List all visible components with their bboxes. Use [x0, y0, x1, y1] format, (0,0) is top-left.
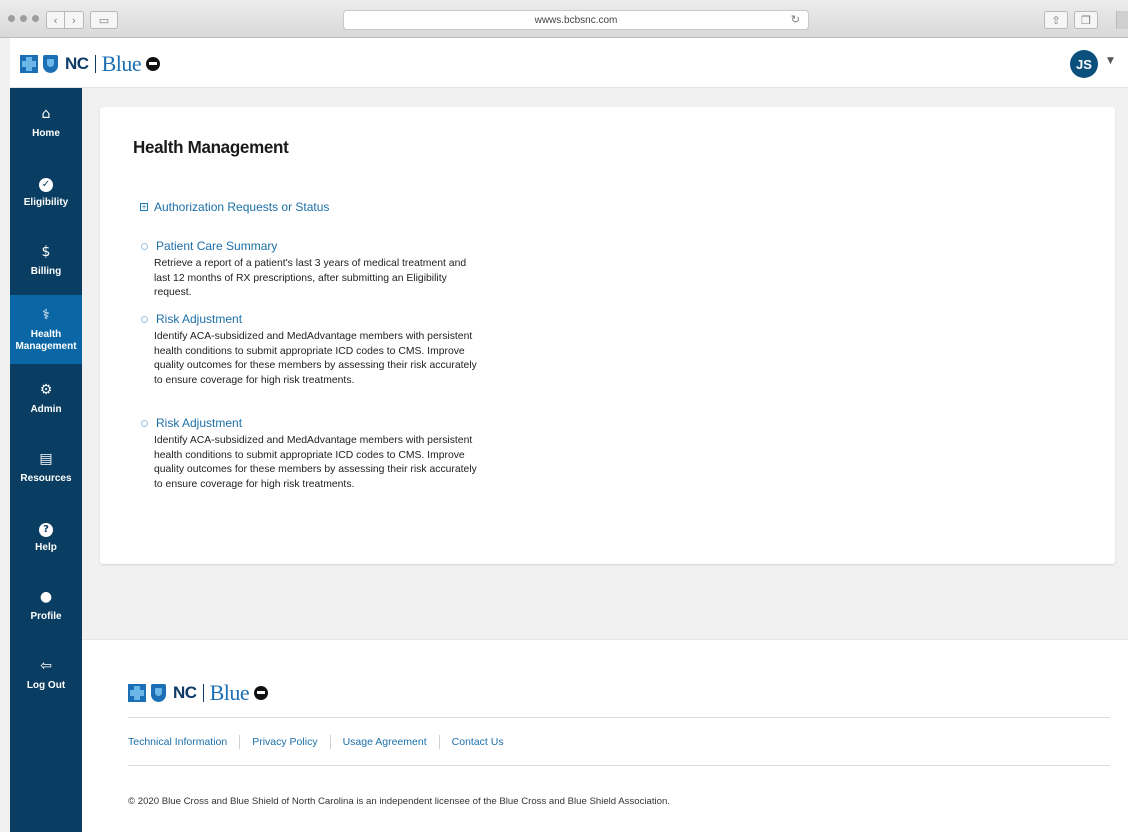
nav-item-health-management[interactable]: ⚕ Health Management: [10, 295, 82, 364]
url-text: wwws.bcbsnc.com: [534, 14, 618, 26]
chevron-left-icon[interactable]: ‹: [46, 11, 65, 29]
bullet-icon: [141, 242, 148, 250]
check-circle-icon: ✓: [39, 177, 53, 192]
footer-link-usage-agreement[interactable]: Usage Agreement: [343, 736, 427, 748]
nav-item-label: Eligibility: [23, 196, 69, 208]
window-controls[interactable]: [8, 15, 39, 22]
nav-item-profile[interactable]: ● Profile: [10, 571, 82, 640]
footer-link-contact-us[interactable]: Contact Us: [452, 736, 504, 748]
link-separator: [438, 735, 440, 749]
reload-icon[interactable]: ↻: [791, 13, 800, 26]
tabs-icon[interactable]: ❐: [1074, 11, 1098, 29]
section-row[interactable]: Patient Care Summary: [140, 239, 277, 253]
nav-item-label: Health Management: [15, 328, 77, 352]
nav-item-label: Log Out: [26, 679, 66, 691]
avatar[interactable]: JS: [1070, 50, 1098, 78]
footer-link-technical-information[interactable]: Technical Information: [128, 736, 227, 748]
minimize-window-icon[interactable]: [20, 15, 27, 22]
logo-mark-icon: [254, 686, 269, 700]
left-nav: ⌂ Home ✓ Eligibility $ Billing ⚕ Health …: [10, 88, 82, 832]
nav-item-eligibility[interactable]: ✓ Eligibility: [10, 157, 82, 226]
expand-icon[interactable]: +: [140, 203, 148, 211]
health-management-card: Health Management + Authorization Reques…: [100, 107, 1115, 564]
blue-cross-icon: [20, 55, 38, 73]
nav-item-help[interactable]: ? Help: [10, 502, 82, 571]
nav-item-label: Admin: [30, 403, 62, 415]
blue-shield-icon: [151, 684, 166, 702]
logo-nc-text: NC: [173, 683, 197, 702]
site-footer: NC Blue Technical Information Privacy Po…: [82, 639, 1128, 832]
risk-adjustment-description: Identify ACA-subsidized and MedAdvantage…: [154, 331, 477, 386]
nav-item-label: Resources: [20, 472, 72, 484]
authorization-requests-link[interactable]: Authorization Requests or Status: [154, 200, 329, 214]
blue-shield-icon: [43, 55, 58, 73]
caduceus-icon: ⚕: [42, 306, 50, 323]
bullet-icon: [141, 315, 148, 323]
nav-item-label: Billing: [30, 265, 62, 277]
chevron-down-icon[interactable]: ▼: [1107, 56, 1114, 66]
sidebar-icon[interactable]: ▭: [90, 11, 118, 29]
footer-divider: [128, 717, 1110, 718]
document-icon: ▤: [39, 450, 53, 467]
nav-item-log-out[interactable]: ⇦ Log Out: [10, 640, 82, 709]
nav-item-billing[interactable]: $ Billing: [10, 226, 82, 295]
logo-divider: [94, 55, 96, 73]
footer-divider: [128, 765, 1110, 766]
blue-cross-icon: [128, 684, 146, 702]
gear-icon: ⚙: [39, 381, 53, 398]
logout-icon: ⇦: [40, 657, 52, 674]
risk-adjustment-link[interactable]: Risk Adjustment: [156, 312, 242, 326]
section-row[interactable]: Risk Adjustment: [140, 416, 242, 430]
logo-mark-icon: [146, 57, 161, 71]
authorization-row[interactable]: + Authorization Requests or Status: [140, 200, 329, 214]
risk-adjustment-link-2[interactable]: Risk Adjustment: [156, 416, 242, 430]
question-icon: ?: [39, 522, 53, 537]
address-bar[interactable]: wwws.bcbsnc.com ↻: [343, 10, 809, 30]
logo-nc-text: NC: [65, 54, 89, 73]
nav-item-label: Home: [32, 127, 60, 139]
dollar-icon: $: [41, 243, 51, 260]
logo-blue-text: Blue: [101, 51, 142, 76]
person-icon: ●: [39, 588, 53, 605]
home-icon: ⌂: [41, 105, 51, 122]
link-separator: [239, 735, 241, 749]
site-header: NC Blue JS ▼: [10, 38, 1128, 88]
zoom-window-icon[interactable]: [32, 15, 39, 22]
logo-divider: [202, 684, 204, 702]
toolbar-edge: [1116, 11, 1128, 29]
nav-item-home[interactable]: ⌂ Home: [10, 88, 82, 157]
chevron-right-icon[interactable]: ›: [65, 11, 84, 29]
share-icon[interactable]: ⇧: [1044, 11, 1068, 29]
browser-toolbar: ‹ › ▭ wwws.bcbsnc.com ↻ ⇧ ❐: [0, 0, 1128, 38]
footer-link-privacy-policy[interactable]: Privacy Policy: [252, 736, 317, 748]
close-window-icon[interactable]: [8, 15, 15, 22]
link-separator: [329, 735, 331, 749]
risk-adjustment-description-2: Identify ACA-subsidized and MedAdvantage…: [154, 435, 477, 490]
section-row[interactable]: Risk Adjustment: [140, 312, 242, 326]
bullet-icon: [141, 419, 148, 427]
patient-care-summary-description: Retrieve a report of a patient's last 3 …: [154, 258, 467, 298]
page-title: Health Management: [133, 137, 289, 158]
copyright-text: © 2020 Blue Cross and Blue Shield of Nor…: [128, 796, 670, 807]
bcbsnc-logo[interactable]: NC Blue: [20, 51, 161, 77]
nav-item-label: Profile: [30, 610, 62, 622]
logo-blue-text: Blue: [209, 680, 250, 705]
footer-logo[interactable]: NC Blue: [128, 680, 269, 706]
nav-item-admin[interactable]: ⚙ Admin: [10, 364, 82, 433]
footer-links: Technical Information Privacy Policy Usa…: [128, 735, 504, 749]
patient-care-summary-link[interactable]: Patient Care Summary: [156, 239, 277, 253]
nav-item-resources[interactable]: ▤ Resources: [10, 433, 82, 502]
nav-item-label: Help: [35, 541, 57, 553]
